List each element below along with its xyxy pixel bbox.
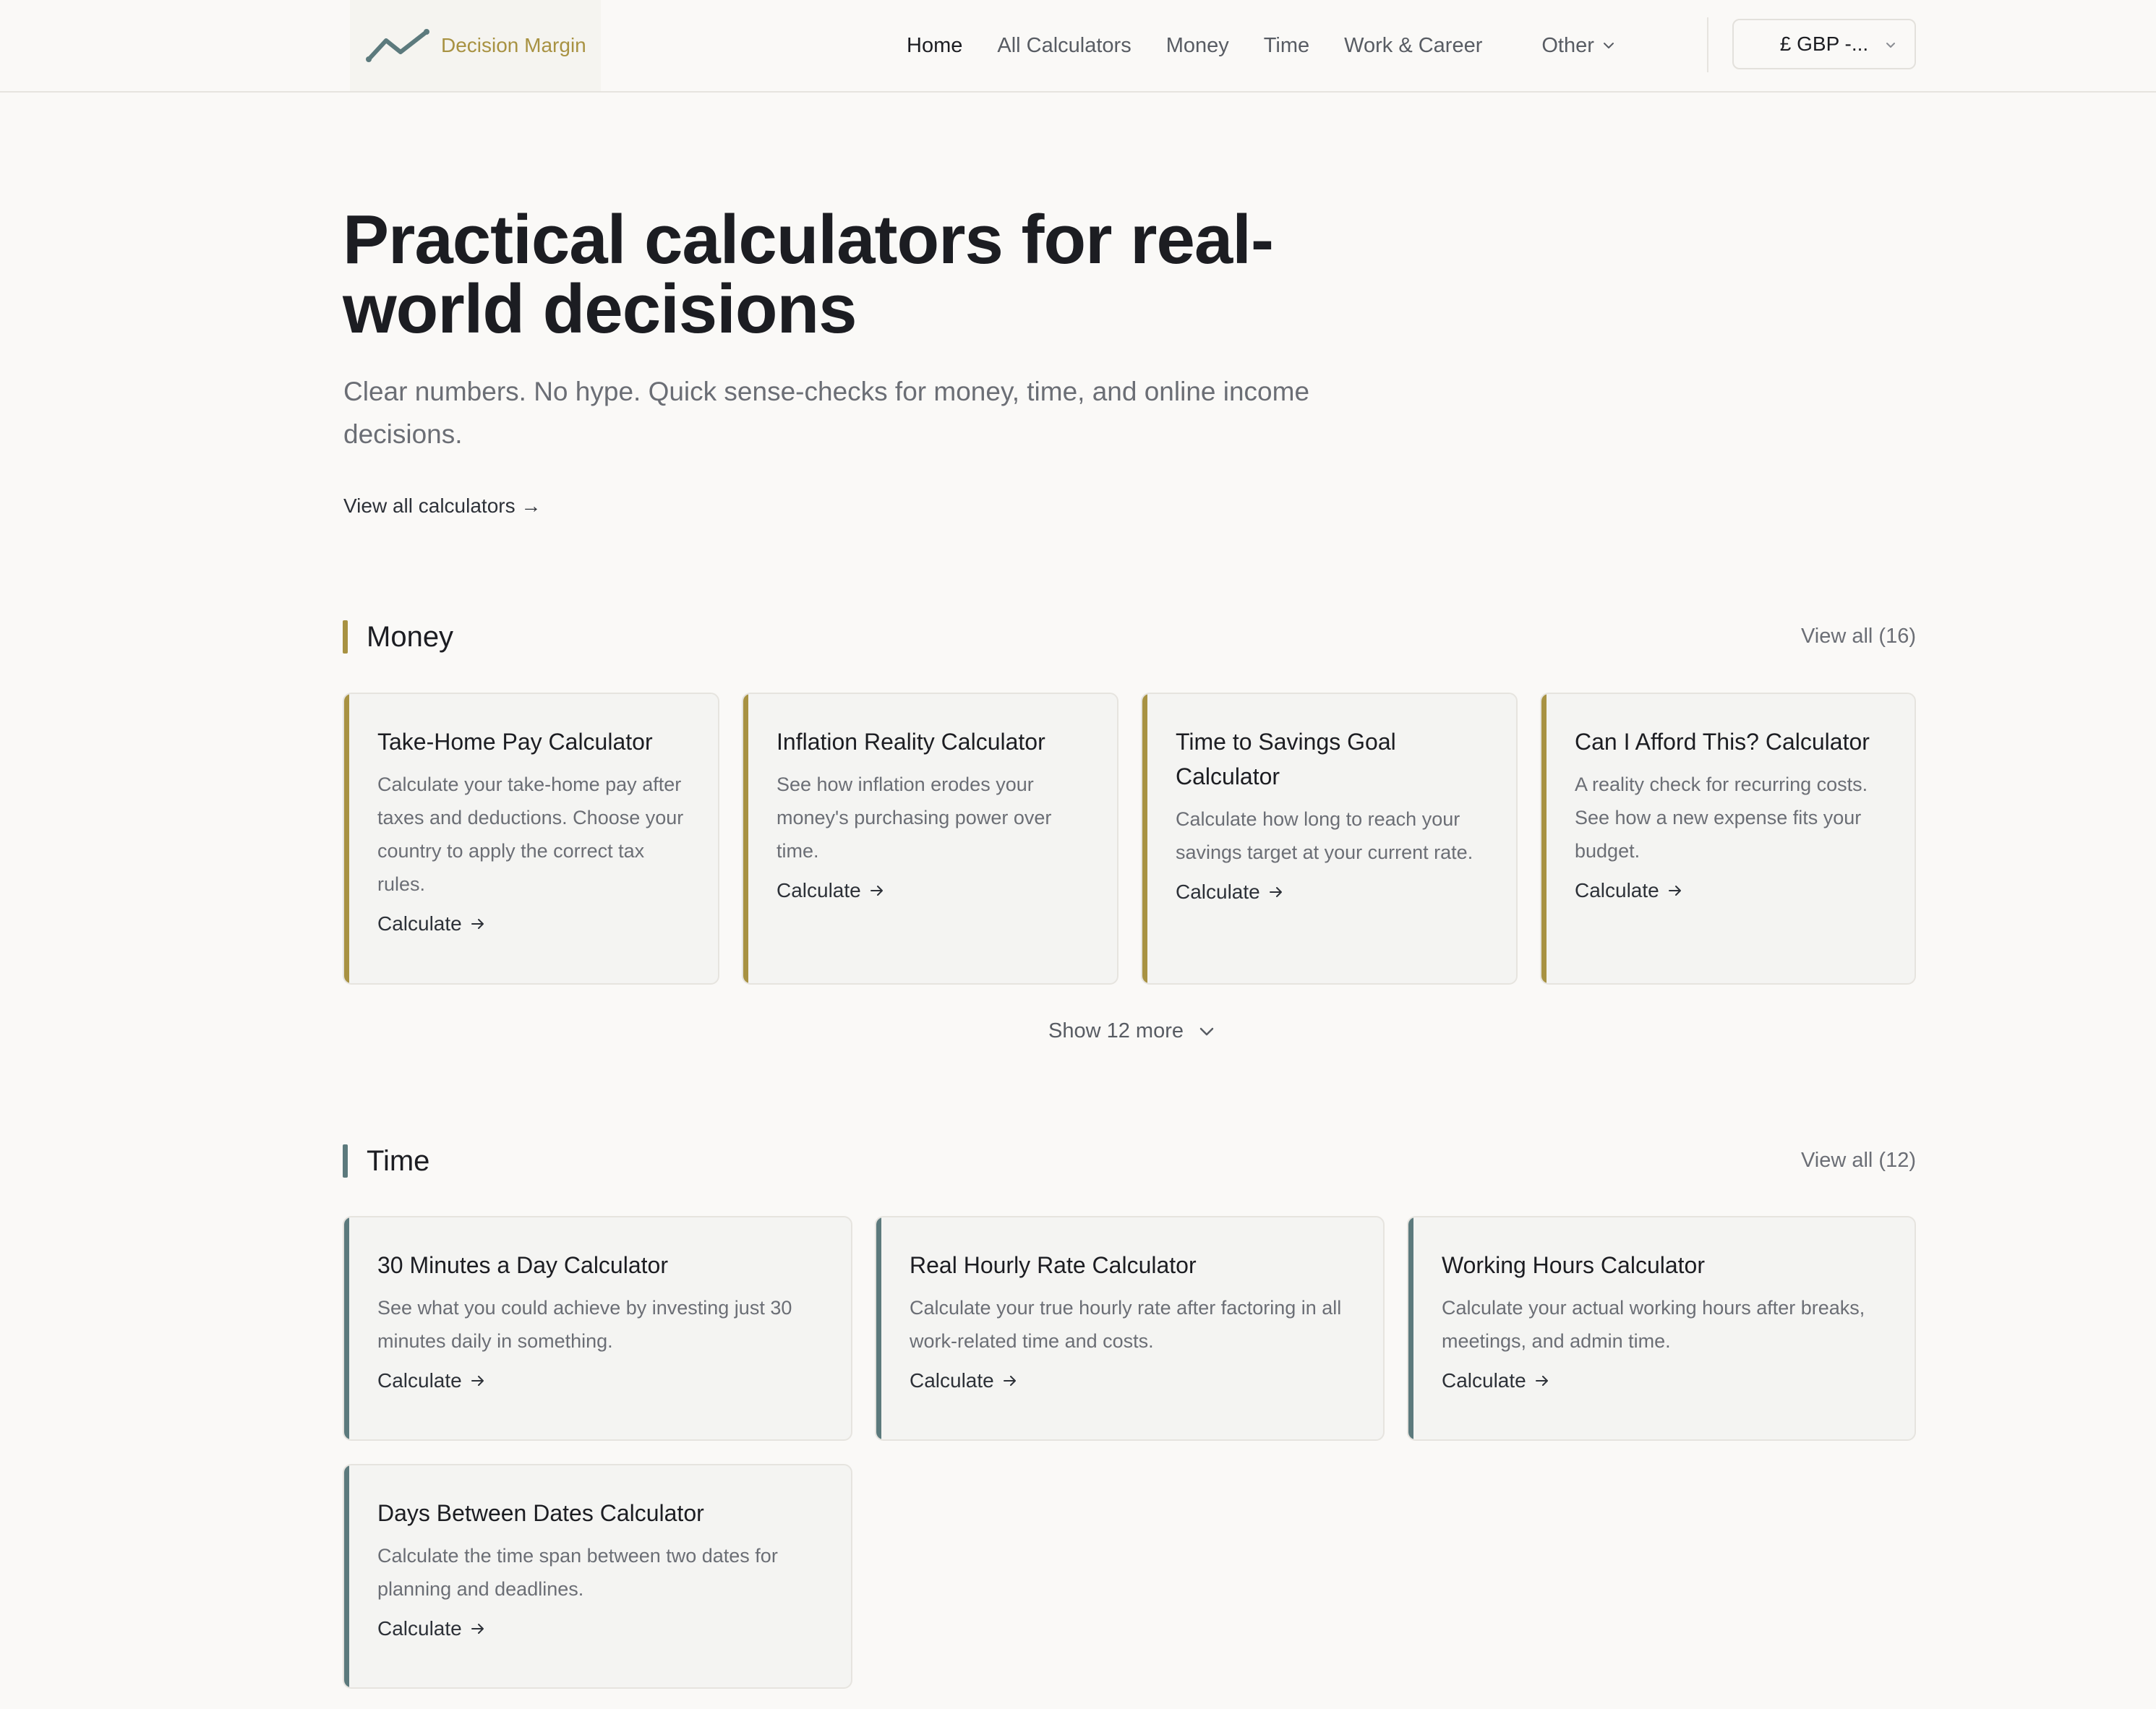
card-description: Calculate your actual working hours afte… (1442, 1297, 1865, 1352)
arrow-right-icon (471, 919, 484, 929)
nav-home[interactable]: Home (907, 34, 962, 58)
time-accent-bar (343, 1144, 348, 1178)
card-days-between-dates[interactable]: Days Between Dates Calculator Calculate … (343, 1464, 852, 1689)
calculate-link[interactable]: Calculate (1176, 881, 1283, 904)
arrow-right-icon (471, 1624, 484, 1634)
card-title: Can I Afford This? Calculator (1575, 729, 1870, 755)
card-description: Calculate your take-home pay after taxes… (377, 774, 684, 895)
calculate-label: Calculate (377, 1617, 462, 1640)
nav-work-career[interactable]: Work & Career (1344, 34, 1482, 58)
card-description: Calculate the time span between two date… (377, 1545, 778, 1600)
nav-time[interactable]: Time (1264, 34, 1309, 58)
card-description: Calculate your true hourly rate after fa… (910, 1297, 1342, 1352)
calculate-link[interactable]: Calculate (377, 1369, 485, 1392)
money-accent-bar (343, 620, 348, 654)
card-title: Inflation Reality Calculator (777, 729, 1045, 755)
arrow-right-icon (1668, 886, 1681, 896)
card-working-hours[interactable]: Working Hours Calculator Calculate your … (1407, 1216, 1916, 1441)
currency-value: £ GBP -... (1779, 33, 1869, 55)
card-title: Days Between Dates Calculator (377, 1500, 704, 1526)
card-time-to-savings-goal[interactable]: Time to Savings Goal Calculator Calculat… (1141, 693, 1518, 985)
calculate-link[interactable]: Calculate (910, 1369, 1017, 1392)
money-view-all-link[interactable]: View all (16) (1801, 625, 1916, 648)
card-real-hourly-rate[interactable]: Real Hourly Rate Calculator Calculate yo… (875, 1216, 1385, 1441)
card-title: 30 Minutes a Day Calculator (377, 1252, 668, 1278)
arrow-right-icon (870, 886, 883, 896)
card-description: Calculate how long to reach your savings… (1176, 808, 1473, 863)
money-heading: Money (367, 621, 454, 653)
logo-text: Decision Margin (441, 34, 586, 56)
card-description: See what you could achieve by investing … (377, 1297, 792, 1352)
time-view-all-link[interactable]: View all (12) (1801, 1149, 1916, 1173)
calculate-link[interactable]: Calculate (1575, 879, 1682, 902)
calculate-label: Calculate (1176, 881, 1260, 903)
chevron-down-icon (1199, 1027, 1214, 1035)
show-more-button[interactable]: Show 12 more (1048, 1019, 1214, 1043)
hero-subtitle: Clear numbers. No hype. Quick sense-chec… (343, 377, 1310, 449)
calculate-link[interactable]: Calculate (377, 1617, 485, 1640)
view-all-calculators-link[interactable]: View all calculators → (343, 494, 541, 518)
card-description: A reality check for recurring costs. See… (1575, 774, 1868, 862)
arrow-right-icon: → (521, 494, 542, 517)
arrow-right-icon (471, 1376, 484, 1386)
trend-line-icon (366, 29, 429, 62)
calculate-label: Calculate (377, 912, 462, 935)
arrow-right-icon (1003, 1376, 1016, 1386)
nav-all-calculators[interactable]: All Calculators (997, 34, 1131, 58)
calculate-link[interactable]: Calculate (777, 879, 884, 902)
card-title: Real Hourly Rate Calculator (910, 1252, 1197, 1278)
chevron-down-icon (1886, 43, 1895, 48)
time-section-header: Time View all (12) (343, 1143, 1916, 1179)
chevron-down-icon (1603, 43, 1614, 48)
arrow-right-icon (1269, 887, 1282, 897)
header-divider (1707, 17, 1708, 72)
view-all-calculators-label: View all calculators (343, 494, 516, 517)
calculate-label: Calculate (777, 879, 861, 901)
card-title: Working Hours Calculator (1442, 1252, 1705, 1278)
nav-other-label: Other (1541, 33, 1594, 57)
show-more-label: Show 12 more (1048, 1019, 1184, 1042)
calculate-link[interactable]: Calculate (377, 912, 485, 935)
calculate-link[interactable]: Calculate (1442, 1369, 1549, 1392)
card-title: Time to Savings Goal Calculator (1176, 729, 1396, 789)
card-30-minutes-a-day[interactable]: 30 Minutes a Day Calculator See what you… (343, 1216, 852, 1441)
calculate-label: Calculate (377, 1369, 462, 1392)
card-title: Take-Home Pay Calculator (377, 729, 653, 755)
card-take-home-pay[interactable]: Take-Home Pay Calculator Calculate your … (343, 693, 719, 985)
nav-money[interactable]: Money (1166, 34, 1229, 58)
calculate-label: Calculate (910, 1369, 994, 1392)
money-section-header: Money View all (16) (343, 619, 1916, 655)
site-header: Decision Margin Home All Calculators Mon… (0, 0, 2156, 93)
calculate-label: Calculate (1442, 1369, 1526, 1392)
calculate-label: Calculate (1575, 879, 1659, 901)
logo-link[interactable]: Decision Margin (350, 0, 601, 91)
card-can-i-afford-this[interactable]: Can I Afford This? Calculator A reality … (1540, 693, 1916, 985)
arrow-right-icon (1535, 1376, 1548, 1386)
card-description: See how inflation erodes your money's pu… (777, 774, 1052, 862)
currency-select[interactable]: £ GBP -... (1732, 19, 1916, 69)
time-heading: Time (367, 1145, 430, 1177)
main-nav: Home All Calculators Money Time Work & C… (907, 0, 1649, 91)
card-inflation-reality[interactable]: Inflation Reality Calculator See how inf… (742, 693, 1118, 985)
hero-title: Practical calculators for real-world dec… (343, 201, 1274, 348)
nav-other-dropdown[interactable]: Other (1541, 34, 1614, 58)
